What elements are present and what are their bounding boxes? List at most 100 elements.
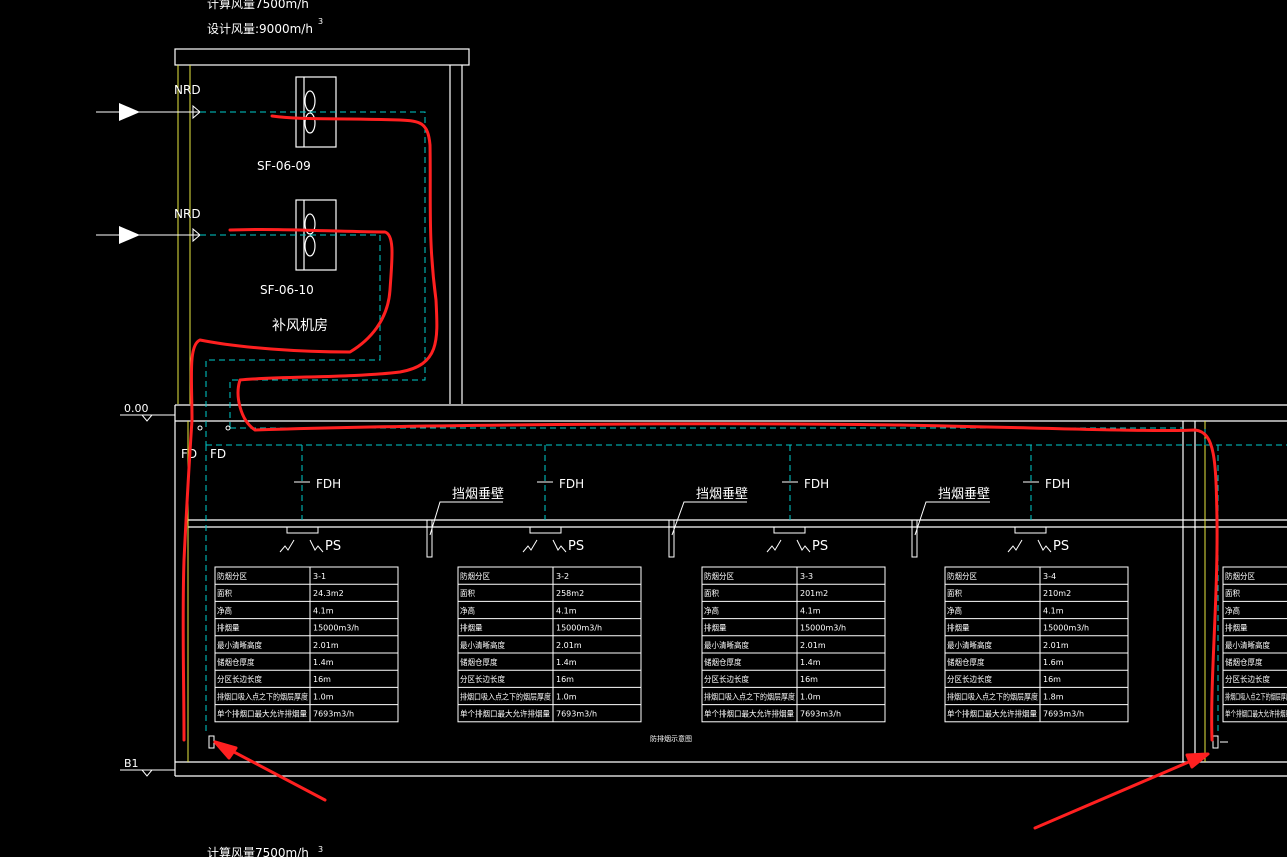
table-cell-label: 防烟分区 — [217, 571, 247, 581]
table-cell-label: 储烟仓厚度 — [460, 657, 498, 667]
table-cell-value: 3-1 — [313, 572, 326, 581]
table-cell-value: 2.01m — [313, 641, 339, 650]
table-cell-label: 排烟量 — [947, 623, 970, 633]
smoke-wall-label-1: 挡烟垂壁 — [452, 487, 504, 502]
zone-tables: 防烟分区 3-1 面积 24.3m2 净高 4.1m 排烟量 15000m3/h 最小清晰高度 2… — [214, 566, 1287, 723]
table-cell-value: 7693m3/h — [313, 710, 354, 719]
ps-label-3: PS — [812, 539, 828, 554]
smoke-wall-label-2: 挡烟垂壁 — [696, 487, 748, 502]
table-cell-label: 面积 — [217, 588, 232, 598]
ps-label-1: PS — [325, 539, 341, 554]
table-cell-label: 分区长边长度 — [704, 674, 749, 684]
table-cell-label: 面积 — [460, 588, 475, 598]
table-cell-label: 防烟分区 — [947, 571, 977, 581]
zone-table-2: 防烟分区 3-2 面积 258m2 净高 4.1m 排烟量 15000m3/h 最小清晰高度 2.… — [457, 566, 642, 723]
table-cell-label: 排烟量 — [704, 623, 727, 633]
inlet-arrow-2 — [96, 226, 201, 244]
table-cell-label: 储烟仓厚度 — [947, 657, 985, 667]
smoke-wall-label-3: 挡烟垂壁 — [938, 487, 990, 502]
level-marker-bottom: B1 — [120, 757, 175, 777]
fire-damper-2 — [225, 425, 231, 431]
fdh-label-4: FDH — [1045, 477, 1070, 491]
table-cell-label: 排烟量 — [217, 623, 240, 633]
table-cell-value: 1.0m — [313, 692, 334, 701]
table-cell-label: 防烟分区 — [704, 571, 734, 581]
table-cell-label: 排烟量 — [1225, 623, 1248, 633]
table-cell-label: 单个排烟口最大允许排烟量 — [1225, 709, 1287, 719]
zone-table-4: 防烟分区 3-4 面积 210m2 净高 4.1m 排烟量 15000m3/h 最小清晰高度 2.… — [944, 566, 1129, 723]
table-cell-label: 面积 — [947, 588, 962, 598]
center-note: 防排烟示意图 — [650, 734, 692, 743]
table-cell-label: 净高 — [947, 605, 962, 615]
table-cell-value: 16m — [313, 675, 331, 684]
table-cell-value: 24.3m2 — [313, 589, 344, 598]
zone-table-3: 防烟分区 3-3 面积 201m2 净高 4.1m 排烟量 15000m3/h 最小清晰高度 2.… — [701, 566, 886, 723]
table-cell-label: 防烟分区 — [1225, 571, 1255, 581]
table-cell-value: 1.0m — [800, 692, 821, 701]
table-cell-value: 7693m3/h — [1043, 710, 1084, 719]
table-cell-label: 净高 — [1225, 605, 1240, 615]
damper-label-2: NRD — [174, 207, 201, 221]
table-cell-value: 1.6m — [1043, 658, 1064, 667]
table-cell-value: 7693m3/h — [800, 710, 841, 719]
table-cell-label: 排烟口吸入点之下的烟层厚度 — [217, 691, 308, 701]
calc-airflow-bottom: 计算风量7500m/h — [207, 845, 309, 857]
table-cell-value: 15000m3/h — [313, 624, 359, 633]
table-cell-label: 最小清晰高度 — [947, 640, 992, 650]
fdh-label-3: FDH — [804, 477, 829, 491]
table-cell-value: 15000m3/h — [800, 624, 846, 633]
table-cell-label: 面积 — [704, 588, 719, 598]
table-cell-label: 排烟口吸入点之下的烟层厚度 — [704, 691, 795, 701]
inlet-arrow-1 — [96, 103, 201, 121]
table-cell-value: 210m2 — [1043, 589, 1071, 598]
table-cell-label: 净高 — [704, 605, 719, 615]
table-cell-label: 单个排烟口最大允许排烟量 — [217, 709, 307, 719]
table-cell-value: 15000m3/h — [556, 624, 602, 633]
table-cell-value: 16m — [800, 675, 818, 684]
fd-label-2: FD — [210, 447, 226, 461]
table-cell-label: 储烟仓厚度 — [704, 657, 742, 667]
level-top-label: 0.00 — [124, 402, 149, 415]
zone-table-1: 防烟分区 3-1 面积 24.3m2 净高 4.1m 排烟量 15000m3/h 最小清晰高度 2… — [214, 566, 399, 723]
fire-damper-1 — [197, 425, 203, 431]
table-cell-label: 单个排烟口最大允许排烟量 — [947, 709, 1037, 719]
table-cell-value: 1.0m — [556, 692, 577, 701]
table-cell-label: 净高 — [460, 605, 475, 615]
table-cell-label: 分区长边长度 — [217, 674, 262, 684]
table-cell-value: 201m2 — [800, 589, 828, 598]
table-cell-value: 7693m3/h — [556, 710, 597, 719]
table-cell-label: 单个排烟口最大允许排烟量 — [704, 709, 794, 719]
zone-table-5: 防烟分区面积净高排烟量最小清晰高度储烟仓厚度分区长边长度排烟口吸入点之下的烟层厚… — [1222, 566, 1287, 723]
table-cell-label: 分区长边长度 — [947, 674, 992, 684]
design-airflow-top: 设计风量:9000m/h — [207, 22, 313, 36]
fan-tag-1: SF-06-09 — [257, 159, 311, 173]
table-cell-label: 最小清晰高度 — [460, 640, 505, 650]
cad-drawing: 计算风量7500m/h 设计风量:9000m/h 3 计算风量7500m/h 3… — [96, 0, 1287, 857]
table-cell-label: 防烟分区 — [460, 571, 490, 581]
table-cell-value: 258m2 — [556, 589, 584, 598]
table-cell-value: 15000m3/h — [1043, 624, 1089, 633]
calc-airflow-top: 计算风量7500m/h — [207, 0, 309, 11]
table-cell-label: 面积 — [1225, 588, 1240, 598]
table-cell-label: 排烟口吸入点之下的烟层厚度 — [1225, 691, 1287, 701]
superscript-top: 3 — [318, 17, 323, 26]
table-cell-label: 排烟口吸入点之下的烟层厚度 — [947, 691, 1038, 701]
fdh-label-1: FDH — [316, 477, 341, 491]
ps-label-4: PS — [1053, 539, 1069, 554]
table-cell-value: 1.8m — [1043, 692, 1064, 701]
smoke-walls — [426, 501, 990, 558]
level-marker-top: 0.00 — [120, 402, 175, 422]
machine-room-label: 补风机房 — [272, 318, 328, 334]
ps-label-2: PS — [568, 539, 584, 554]
table-cell-label: 储烟仓厚度 — [217, 657, 255, 667]
table-cell-label: 储烟仓厚度 — [1225, 657, 1263, 667]
fan-tag-2: SF-06-10 — [260, 283, 314, 297]
table-cell-value: 3-3 — [800, 572, 813, 581]
table-cell-label: 排烟量 — [460, 623, 483, 633]
table-cell-value: 2.01m — [1043, 641, 1069, 650]
table-cell-value: 16m — [556, 675, 574, 684]
damper-label-1: NRD — [174, 83, 201, 97]
table-cell-label: 最小清晰高度 — [217, 640, 262, 650]
table-cell-label: 分区长边长度 — [1225, 674, 1270, 684]
table-cell-value: 1.4m — [556, 658, 577, 667]
